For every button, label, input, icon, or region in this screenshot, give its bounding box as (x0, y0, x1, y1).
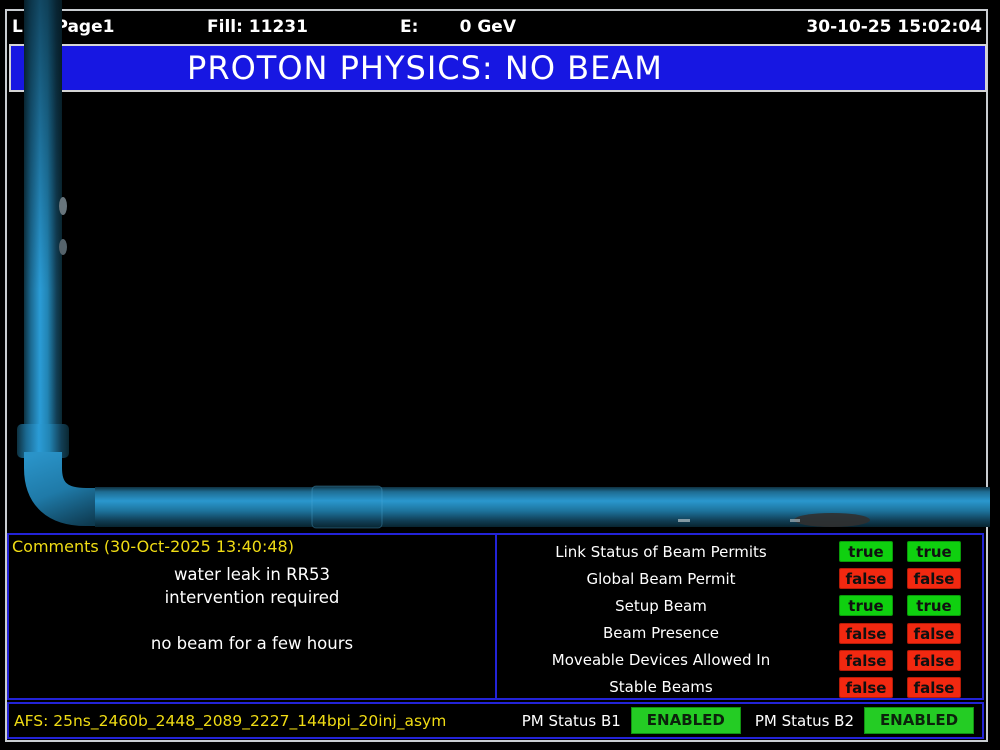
bis-status-panel: Link Status of Beam Permits true true Gl… (497, 535, 982, 704)
comment-line (9, 609, 495, 632)
status-badge-b2: false (907, 650, 961, 671)
status-badge-b2: true (907, 595, 961, 616)
row-label: Beam Presence (497, 624, 825, 642)
table-row: Stable Beams false false (497, 677, 982, 698)
pm-status-b2-badge: ENABLED (864, 707, 974, 734)
status-badge-b1: false (839, 623, 893, 644)
comments-panel: Comments (30-Oct-2025 13:40:48) water le… (9, 535, 497, 698)
status-badge-b1: true (839, 595, 893, 616)
comments-body: water leak in RR53 intervention required… (9, 563, 495, 655)
row-label: Link Status of Beam Permits (497, 543, 825, 561)
page-title: LHC Page1 (12, 12, 114, 42)
fill-number: Fill: 11231 (207, 12, 308, 42)
pm-status-b1-label: PM Status B1 (522, 712, 621, 730)
comment-line: water leak in RR53 (9, 563, 495, 586)
bis-table-header: BIS status and SMP flags B1 B2 (499, 509, 985, 529)
comment-line: no beam for a few hours (9, 632, 495, 655)
lhc-page1-screen: LHC Page1 Fill: 11231 E: 0 GeV 30-10-25 … (0, 0, 1000, 750)
bis-header-b2: B2 (907, 509, 961, 527)
status-badge-b2: false (907, 568, 961, 589)
datetime: 30-10-25 15:02:04 (806, 12, 982, 42)
post-mortem-status-group: PM Status B1 ENABLED PM Status B2 ENABLE… (508, 707, 982, 734)
pm-status-b1-badge: ENABLED (631, 707, 741, 734)
row-label: Setup Beam (497, 597, 825, 615)
status-badge-b1: false (839, 650, 893, 671)
table-row: Moveable Devices Allowed In false false (497, 650, 982, 671)
table-row: Beam Presence false false (497, 623, 982, 644)
top-status-bar: LHC Page1 Fill: 11231 E: 0 GeV 30-10-25 … (8, 12, 984, 42)
status-badge-b1: true (839, 541, 893, 562)
status-badge-b1: false (839, 568, 893, 589)
bis-header-title: BIS status and SMP flags (499, 509, 839, 527)
row-label: Moveable Devices Allowed In (497, 651, 825, 669)
row-label: Stable Beams (497, 678, 825, 696)
table-row: Global Beam Permit false false (497, 568, 982, 589)
bis-header-b1: B1 (839, 509, 893, 527)
status-badge-b1: false (839, 677, 893, 698)
comments-title: Comments (30-Oct-2025 13:40:48) (12, 537, 294, 556)
comment-line: intervention required (9, 586, 495, 609)
beam-mode-text: PROTON PHYSICS: NO BEAM (11, 49, 839, 87)
table-row: Setup Beam true true (497, 595, 982, 616)
row-label: Global Beam Permit (497, 570, 825, 588)
pm-status-b2-label: PM Status B2 (755, 712, 854, 730)
beam-mode-banner: PROTON PHYSICS: NO BEAM (9, 44, 987, 92)
energy-value: 0 GeV (438, 12, 516, 42)
afs-scheme-text: AFS: 25ns_2460b_2448_2089_2227_144bpi_20… (14, 712, 446, 730)
energy-label: E: (400, 12, 418, 42)
footer-bar: AFS: 25ns_2460b_2448_2089_2227_144bpi_20… (7, 702, 984, 739)
status-badge-b2: true (907, 541, 961, 562)
bottom-panels: Comments (30-Oct-2025 13:40:48) water le… (7, 533, 984, 700)
status-badge-b2: false (907, 623, 961, 644)
status-badge-b2: false (907, 677, 961, 698)
table-row: Link Status of Beam Permits true true (497, 541, 982, 562)
